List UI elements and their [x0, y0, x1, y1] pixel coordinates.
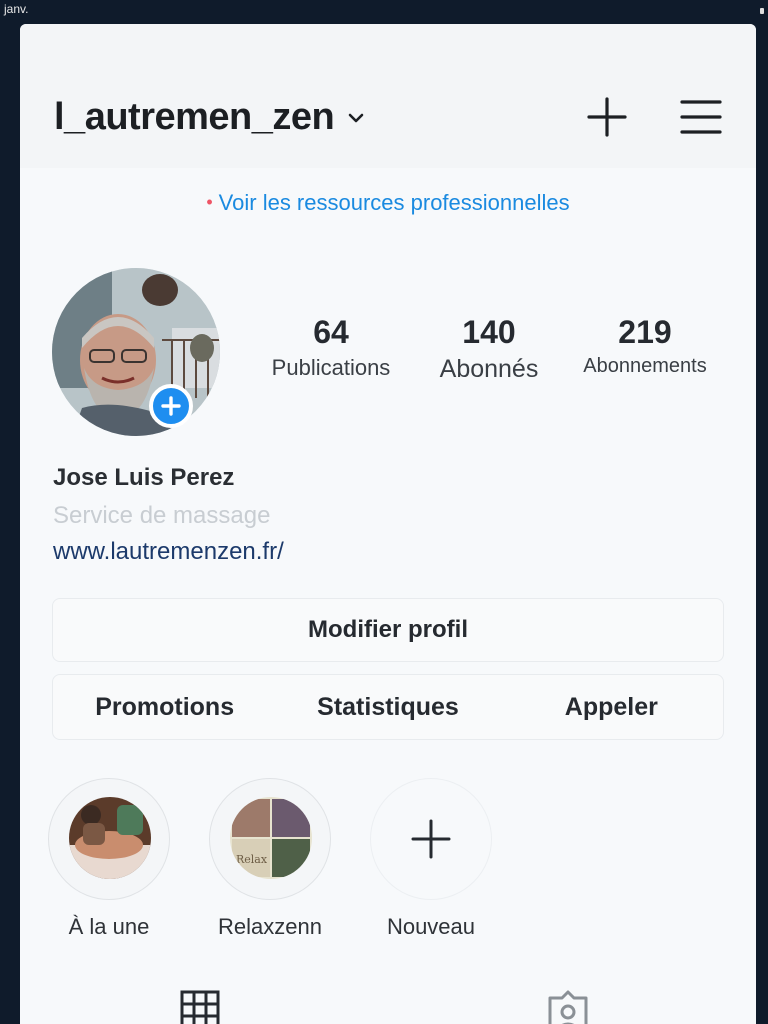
- action-buttons-row: Promotions Statistiques Appeler: [52, 674, 724, 740]
- highlight-label: Relaxzenn: [218, 914, 322, 939]
- profile-avatar-container[interactable]: [52, 268, 226, 442]
- statistics-button[interactable]: Statistiques: [276, 693, 499, 722]
- stat-value: 64: [313, 314, 349, 350]
- profile-header: l_autremen_zen: [20, 24, 756, 168]
- highlight-label: À la une: [68, 914, 150, 939]
- highlight-a-la-une[interactable]: À la une: [47, 778, 171, 940]
- stat-label: Abonnements: [583, 355, 707, 377]
- plus-icon: [411, 819, 451, 859]
- grid-tab-icon[interactable]: [180, 990, 220, 1024]
- avatar-photo: [52, 268, 220, 436]
- profile-website-link[interactable]: www.lautremenzen.fr/: [53, 538, 284, 566]
- account-switcher[interactable]: l_autremen_zen: [54, 96, 366, 139]
- add-story-button[interactable]: [149, 384, 193, 428]
- profile-category: Service de massage: [53, 502, 271, 529]
- stat-followers[interactable]: 140 Abonnés: [428, 314, 550, 384]
- professional-resources-label: Voir les ressources professionnelles: [218, 190, 570, 215]
- plus-small-icon: [161, 396, 181, 416]
- new-highlight-button[interactable]: [370, 778, 492, 900]
- highlight-cover[interactable]: [48, 778, 170, 900]
- plus-icon[interactable]: [586, 96, 628, 138]
- hamburger-menu-icon[interactable]: [680, 98, 722, 136]
- highlight-relaxzenn[interactable]: Relax Relaxzenn: [208, 778, 332, 940]
- username: l_autremen_zen: [54, 96, 335, 138]
- stat-value: 219: [618, 314, 672, 350]
- highlight-thumbnail: Relax: [230, 797, 312, 879]
- professional-resources-link[interactable]: • Voir les ressources professionnelles: [20, 190, 756, 216]
- stat-value: 140: [462, 314, 516, 350]
- svg-text:Relax: Relax: [236, 853, 268, 866]
- status-bar-indicator: [760, 8, 764, 14]
- stat-following[interactable]: 219 Abonnements: [572, 314, 718, 378]
- highlight-label: Nouveau: [386, 914, 476, 939]
- profile-screen: l_autremen_zen • Voir les ressources prof…: [20, 24, 756, 1024]
- profile-name: Jose Luis Perez: [53, 464, 235, 491]
- highlight-new[interactable]: Nouveau: [369, 778, 493, 940]
- stat-label: Publications: [271, 355, 391, 380]
- call-button[interactable]: Appeler: [500, 693, 723, 722]
- tagged-tab-icon[interactable]: [546, 990, 590, 1024]
- avatar[interactable]: [52, 268, 220, 436]
- chevron-down-icon: [348, 113, 364, 122]
- promotions-button[interactable]: Promotions: [53, 693, 276, 722]
- highlight-cover[interactable]: Relax: [209, 778, 331, 900]
- status-bar-date: janv.: [4, 2, 29, 16]
- stat-publications[interactable]: 64 Publications: [260, 314, 402, 381]
- notification-dot: •: [206, 192, 213, 212]
- stat-label: Abonnés: [439, 355, 539, 383]
- edit-profile-button[interactable]: Modifier profil: [52, 598, 724, 662]
- highlight-thumbnail: [69, 797, 151, 879]
